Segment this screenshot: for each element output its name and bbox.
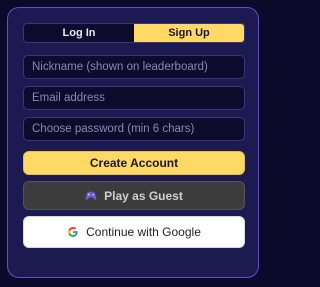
play-as-guest-label: Play as Guest bbox=[104, 188, 183, 203]
continue-with-google-label: Continue with Google bbox=[86, 225, 201, 239]
auth-card: Log In Sign Up Create Account Play as Gu… bbox=[7, 7, 259, 278]
create-account-label: Create Account bbox=[89, 156, 179, 170]
email-input[interactable] bbox=[23, 86, 245, 110]
auth-tabs: Log In Sign Up bbox=[23, 23, 245, 43]
nickname-input[interactable] bbox=[23, 55, 245, 79]
create-account-button[interactable]: Create Account bbox=[23, 151, 245, 175]
continue-with-google-button[interactable]: Continue with Google bbox=[23, 216, 245, 248]
gamepad-icon bbox=[85, 190, 97, 201]
password-input[interactable] bbox=[23, 117, 245, 141]
tab-sign-up[interactable]: Sign Up bbox=[134, 24, 244, 42]
play-as-guest-button[interactable]: Play as Guest bbox=[23, 181, 245, 210]
google-icon bbox=[67, 226, 79, 238]
tab-log-in[interactable]: Log In bbox=[24, 24, 134, 42]
